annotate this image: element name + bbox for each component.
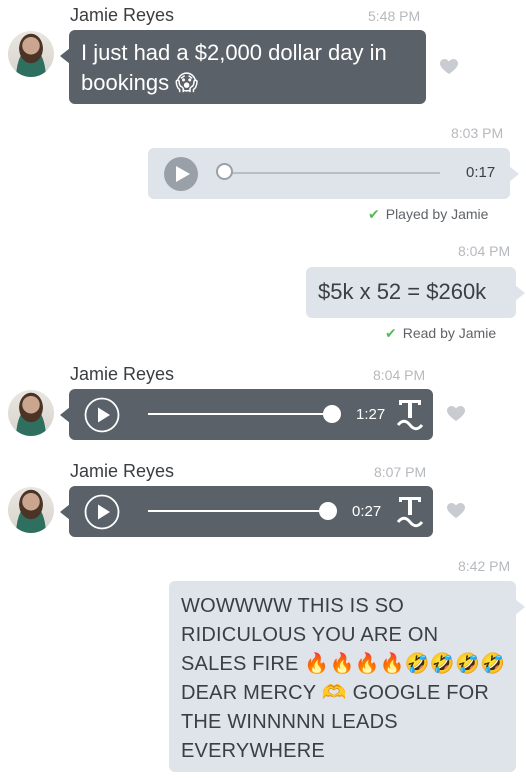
- played-receipt: ✔ Played by Jamie: [368, 206, 488, 223]
- read-receipt: ✔ Read by Jamie: [385, 325, 496, 342]
- outgoing-message-bubble[interactable]: WOWWWW THIS IS SO RIDICULOUS YOU ARE ON …: [169, 581, 525, 772]
- play-icon[interactable]: [163, 156, 199, 192]
- message-time: 8:04 PM: [458, 243, 511, 259]
- audio-scrubber-handle[interactable]: [323, 405, 341, 423]
- audio-scrubber-handle[interactable]: [319, 502, 337, 520]
- audio-progress-track[interactable]: [148, 413, 330, 415]
- audio-scrubber-handle[interactable]: [216, 163, 233, 180]
- message-time: 8:42 PM: [458, 558, 511, 574]
- heart-icon[interactable]: [446, 404, 466, 424]
- check-icon: ✔: [368, 206, 380, 222]
- incoming-message-bubble[interactable]: I just had a $2,000 dollar day in bookin…: [60, 30, 426, 104]
- heart-icon[interactable]: [439, 57, 459, 77]
- audio-progress-track[interactable]: [148, 510, 328, 512]
- incoming-audio-bubble[interactable]: 0:27: [60, 486, 433, 537]
- transcribe-icon[interactable]: [396, 398, 424, 432]
- avatar[interactable]: [8, 31, 54, 77]
- message-time: 8:07 PM: [374, 464, 427, 480]
- message-text: I just had a $2,000 dollar day in bookin…: [81, 40, 387, 95]
- audio-duration: 0:17: [466, 164, 496, 181]
- sender-name: Jamie Reyes: [70, 461, 175, 481]
- audio-duration: 1:27: [356, 406, 386, 423]
- audio-duration: 0:27: [352, 503, 382, 520]
- outgoing-audio-bubble[interactable]: 0:17: [148, 148, 519, 199]
- outgoing-message-bubble[interactable]: $5k x 52 = $260k: [306, 267, 525, 318]
- message-text: $5k x 52 = $260k: [318, 279, 487, 304]
- message-time: 8:04 PM: [373, 367, 426, 383]
- message-time: 5:48 PM: [368, 8, 421, 24]
- sender-name: Jamie Reyes: [70, 364, 175, 384]
- receipt-text: Played by Jamie: [385, 206, 489, 222]
- transcribe-icon[interactable]: [396, 495, 424, 529]
- message-text: WOWWWW THIS IS SO RIDICULOUS YOU ARE ON …: [181, 595, 506, 762]
- heart-icon[interactable]: [446, 501, 466, 521]
- play-icon[interactable]: [84, 494, 120, 530]
- play-icon[interactable]: [84, 397, 120, 433]
- avatar[interactable]: [8, 487, 54, 533]
- sender-name: Jamie Reyes: [70, 5, 175, 25]
- receipt-text: Read by Jamie: [402, 325, 497, 341]
- incoming-audio-bubble[interactable]: 1:27: [60, 389, 433, 440]
- message-time: 8:03 PM: [451, 125, 504, 141]
- check-icon: ✔: [385, 325, 397, 341]
- audio-progress-track[interactable]: [224, 172, 440, 174]
- avatar[interactable]: [8, 390, 54, 436]
